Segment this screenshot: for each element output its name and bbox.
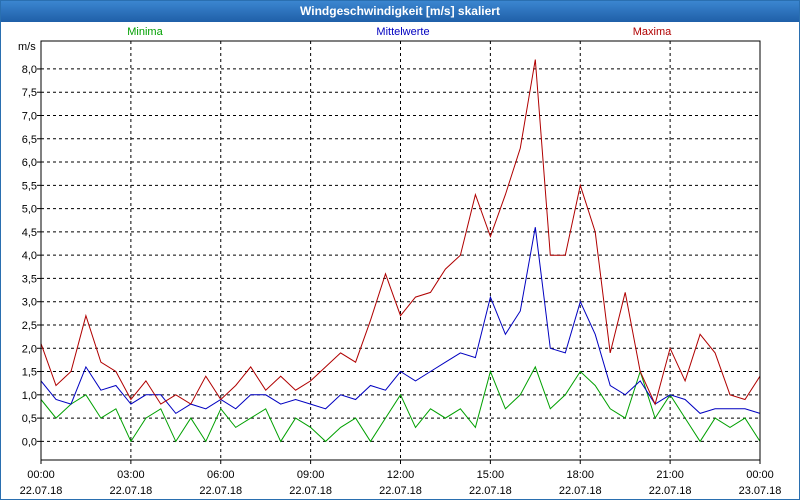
y-tick-label: 3,5: [22, 273, 37, 285]
y-tick-label: 2,5: [22, 320, 37, 332]
x-tick-time: 06:00: [207, 469, 235, 481]
legend-maxima: Maxima: [633, 26, 672, 38]
x-tick-date: 22.07.18: [469, 485, 512, 497]
x-tick-time: 00:00: [746, 469, 774, 481]
y-tick-label: 0,0: [22, 436, 37, 448]
x-tick-date: 22.07.18: [199, 485, 242, 497]
y-tick-label: 4,5: [22, 227, 37, 239]
x-tick-time: 03:00: [117, 469, 145, 481]
x-tick-date: 22.07.18: [379, 485, 422, 497]
legend-minima: Minima: [127, 26, 163, 38]
x-tick-date: 22.07.18: [559, 485, 602, 497]
x-tick-time: 15:00: [477, 469, 505, 481]
y-tick-label: 4,0: [22, 250, 37, 262]
x-tick-time: 00:00: [27, 469, 55, 481]
x-tick-time: 21:00: [656, 469, 684, 481]
y-tick-label: 5,5: [22, 180, 37, 192]
x-axis: 00:00 22.07.18 03:00 22.07.18 06:00 22.07.18 0…: [20, 460, 782, 497]
y-tick-label: 8,0: [22, 64, 37, 76]
x-tick-date: 23.07.18: [739, 485, 782, 497]
x-tick-date: 22.07.18: [649, 485, 692, 497]
x-tick-date: 22.07.18: [20, 485, 63, 497]
y-tick-label: 6,0: [22, 157, 37, 169]
x-tick-time: 09:00: [297, 469, 325, 481]
x-tick-date: 22.07.18: [109, 485, 152, 497]
y-tick-label: 0,5: [22, 413, 37, 425]
y-tick-label: 5,0: [22, 204, 37, 216]
y-tick-label: 6,5: [22, 134, 37, 146]
y-tick-label: 1,5: [22, 367, 37, 379]
y-axis-label: m/s: [18, 41, 36, 53]
y-axis: 8,0 7,5 7,0 6,5 6,0 5,5 5,0 4,5 4,0 3,5 3,0 2,5 2,0 1…: [22, 64, 41, 448]
y-tick-label: 7,5: [22, 87, 37, 99]
series-line-maxima: [40, 59, 761, 406]
y-tick-label: 1,0: [22, 390, 37, 402]
x-tick-time: 18:00: [566, 469, 594, 481]
x-tick-time: 12:00: [387, 469, 415, 481]
chart-canvas: 8,0 7,5 7,0 6,5 6,0 5,5 5,0 4,5 4,0 3,5 3,0 2,5 2,0 1…: [18, 26, 782, 497]
y-tick-label: 2,0: [22, 343, 37, 355]
y-tick-label: 3,0: [22, 297, 37, 309]
x-tick-date: 22.07.18: [289, 485, 332, 497]
y-tick-label: 7,0: [22, 110, 37, 122]
legend-mittelwerte: Mittelwerte: [376, 26, 429, 38]
